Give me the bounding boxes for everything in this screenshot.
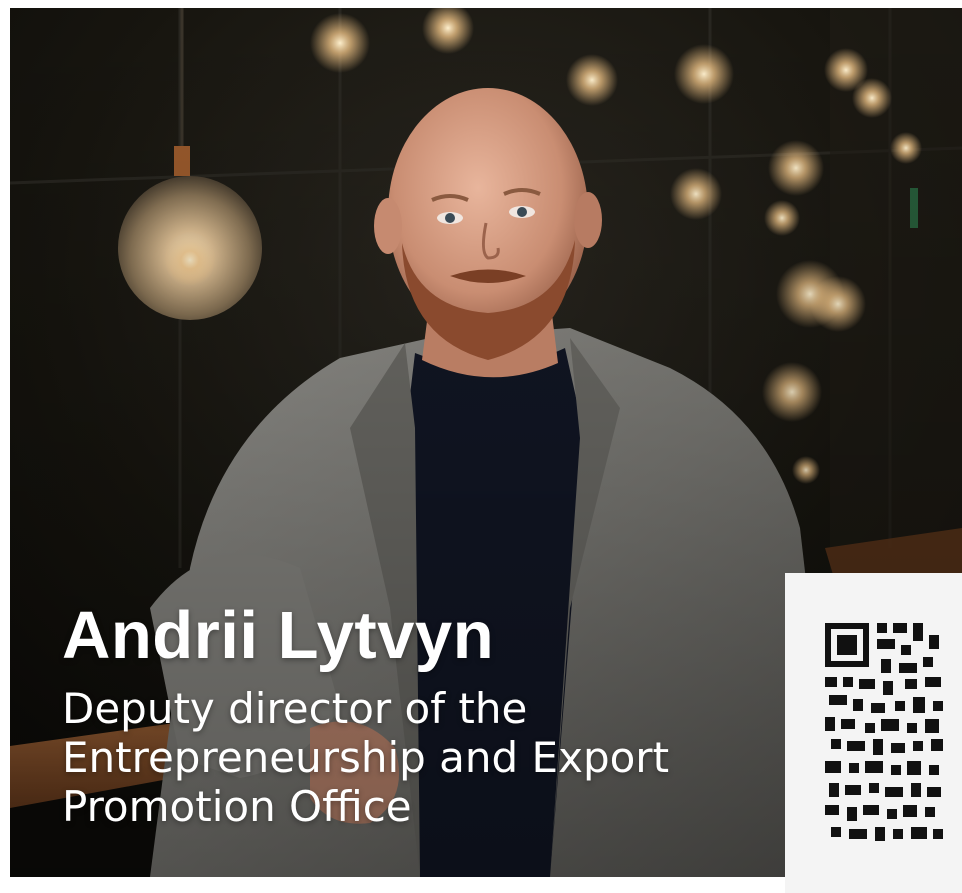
person-name: Andrii Lytvyn — [62, 598, 495, 673]
title-line: Deputy director of the — [62, 684, 528, 733]
caption: Andrii Lytvyn Deputy director of the Ent… — [62, 598, 802, 831]
title-line: Entrepreneurship and Export — [62, 733, 670, 782]
qr-code-icon[interactable] — [821, 615, 961, 855]
title-line: Promotion Office — [62, 782, 412, 831]
person-title: Deputy director of the Entrepreneurship … — [62, 684, 802, 831]
qr-card — [785, 573, 962, 893]
